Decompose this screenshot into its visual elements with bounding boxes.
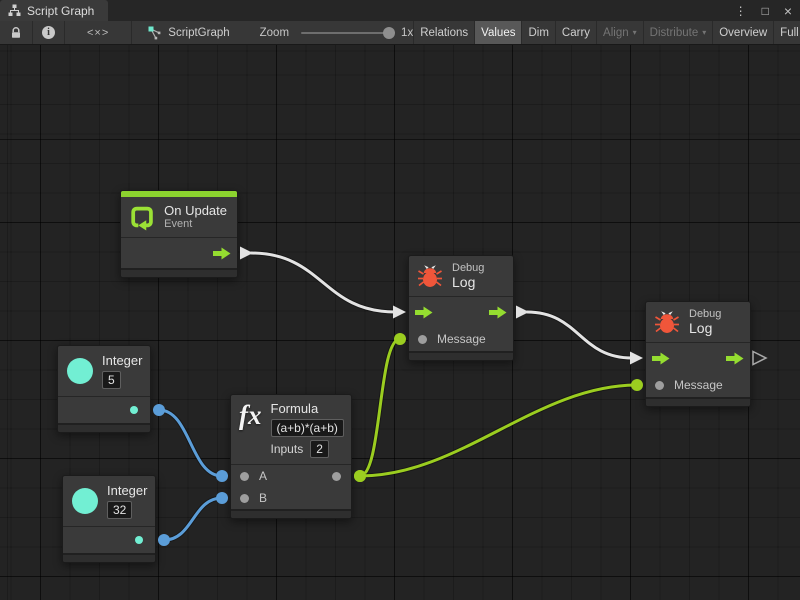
node-title: Integer bbox=[102, 353, 142, 368]
tab-strip: Script Graph ⋮ □ × bbox=[0, 0, 800, 21]
port-label: B bbox=[259, 491, 267, 505]
script-graph-icon bbox=[148, 26, 162, 40]
loop-event-icon bbox=[129, 203, 155, 231]
inputs-label: Inputs bbox=[271, 442, 304, 456]
window-controls: ⋮ □ × bbox=[735, 0, 792, 21]
node-subtitle: Event bbox=[164, 218, 227, 231]
tab-script-graph[interactable]: Script Graph bbox=[0, 0, 108, 21]
node-on-update-event[interactable]: On Update Event bbox=[120, 190, 238, 278]
node-debug-log-2[interactable]: Debug Log Message bbox=[645, 301, 751, 407]
maximize-icon[interactable]: □ bbox=[762, 5, 769, 17]
info-icon: i bbox=[42, 26, 55, 39]
port-label: A bbox=[259, 469, 267, 483]
node-title: Log bbox=[689, 321, 721, 336]
bug-icon bbox=[654, 309, 680, 335]
chevron-down-icon: ▾ bbox=[702, 29, 706, 37]
integer-value-field[interactable]: 5 bbox=[102, 371, 121, 389]
node-title: Log bbox=[452, 275, 484, 290]
formula-expression-field[interactable]: (a+b)*(a+b) bbox=[271, 419, 344, 437]
integer-output-port[interactable] bbox=[135, 536, 143, 544]
node-debug-log-1[interactable]: Debug Log Message bbox=[408, 255, 514, 361]
node-integer-5[interactable]: Integer 5 bbox=[57, 345, 151, 433]
message-input-port[interactable] bbox=[655, 381, 664, 390]
flow-output-port[interactable] bbox=[213, 247, 231, 260]
flow-output-port[interactable] bbox=[489, 306, 507, 319]
integer-type-icon bbox=[72, 488, 98, 514]
node-footer bbox=[63, 553, 155, 562]
code-icon: <×> bbox=[87, 27, 109, 39]
zoom-control: Zoom 1x bbox=[260, 21, 414, 44]
input-port-b[interactable] bbox=[240, 494, 249, 503]
flow-output-port[interactable] bbox=[726, 352, 744, 365]
distribute-button[interactable]: Distribute ▾ bbox=[643, 21, 713, 44]
input-port-a[interactable] bbox=[240, 472, 249, 481]
close-icon[interactable]: × bbox=[784, 4, 792, 18]
fullscreen-button[interactable]: Full Screen bbox=[773, 21, 800, 44]
zoom-slider-handle[interactable] bbox=[383, 27, 395, 39]
carry-button[interactable]: Carry bbox=[555, 21, 596, 44]
window-menu-icon[interactable]: ⋮ bbox=[735, 5, 747, 17]
overview-button[interactable]: Overview bbox=[712, 21, 773, 44]
node-formula[interactable]: fx Formula (a+b)*(a+b) Inputs 2 A B bbox=[230, 394, 352, 519]
graph-name-label: ScriptGraph bbox=[168, 27, 229, 39]
chevron-down-icon: ▾ bbox=[633, 29, 637, 37]
node-integer-32[interactable]: Integer 32 bbox=[62, 475, 156, 563]
node-footer bbox=[409, 351, 513, 360]
node-footer bbox=[231, 509, 351, 518]
zoom-slider[interactable] bbox=[301, 32, 391, 34]
script-graph-window: Script Graph ⋮ □ × i <×> bbox=[0, 0, 800, 600]
integer-type-icon bbox=[67, 358, 93, 384]
align-button[interactable]: Align ▾ bbox=[596, 21, 643, 44]
integer-value-field[interactable]: 32 bbox=[107, 501, 132, 519]
formula-fx-icon: fx bbox=[239, 401, 262, 429]
graph-toolbar: i <×> ScriptGraph Zoom 1x Relations V bbox=[0, 21, 800, 45]
zoom-label: Zoom bbox=[260, 27, 289, 39]
result-output-port[interactable] bbox=[332, 472, 341, 481]
bug-icon bbox=[417, 263, 443, 289]
node-footer bbox=[646, 397, 750, 406]
port-label: Message bbox=[437, 332, 486, 346]
graph-canvas[interactable]: On Update Event bbox=[0, 45, 800, 600]
zoom-value: 1x bbox=[401, 27, 413, 39]
node-footer bbox=[121, 268, 237, 277]
message-input-port[interactable] bbox=[418, 335, 427, 344]
tab-title: Script Graph bbox=[27, 4, 94, 18]
flow-input-port[interactable] bbox=[652, 352, 670, 365]
dim-button[interactable]: Dim bbox=[521, 21, 554, 44]
integer-output-port[interactable] bbox=[130, 406, 138, 414]
values-button[interactable]: Values bbox=[474, 21, 521, 44]
graph-tab-icon bbox=[8, 4, 21, 17]
inputs-count-field[interactable]: 2 bbox=[310, 440, 329, 458]
code-view-button[interactable]: <×> bbox=[65, 21, 132, 44]
graph-breadcrumb[interactable]: ScriptGraph bbox=[148, 21, 229, 44]
relations-button[interactable]: Relations bbox=[413, 21, 474, 44]
port-label: Message bbox=[674, 378, 723, 392]
node-footer bbox=[58, 423, 150, 432]
node-title: Formula bbox=[271, 401, 344, 416]
inspect-button[interactable]: i bbox=[33, 21, 65, 44]
lock-button[interactable] bbox=[0, 21, 33, 44]
node-title: On Update bbox=[164, 203, 227, 218]
node-title: Integer bbox=[107, 483, 147, 498]
lock-icon bbox=[9, 26, 23, 40]
flow-input-port[interactable] bbox=[415, 306, 433, 319]
